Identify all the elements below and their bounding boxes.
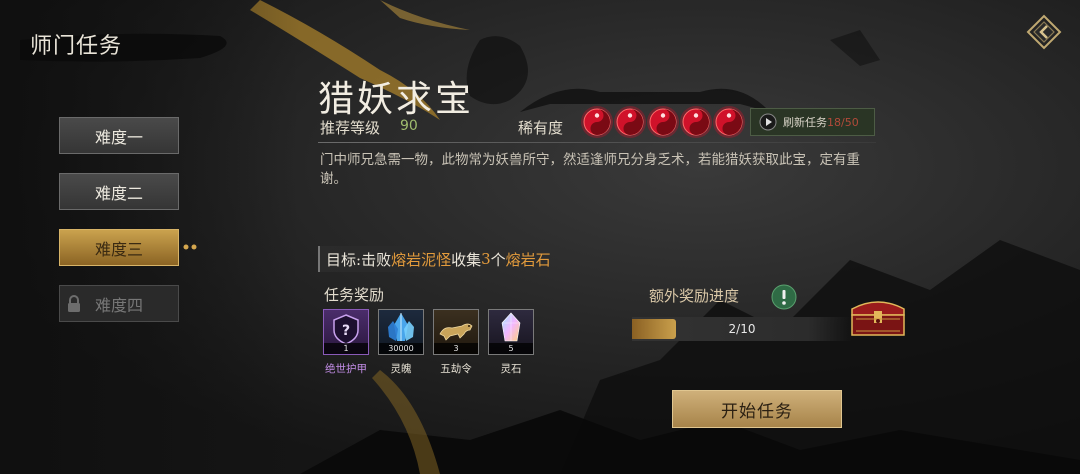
quest-goal: 目标: 击败 熔岩泥怪 收集 3 个 熔岩石 bbox=[318, 246, 559, 272]
reward-qty: 30000 bbox=[379, 343, 423, 354]
recommended-level-value: 90 bbox=[400, 118, 418, 134]
treasure-chest-icon[interactable] bbox=[846, 291, 910, 339]
progress-text: 2/10 bbox=[728, 322, 756, 336]
refresh-label: 刷新任务 bbox=[783, 116, 827, 129]
golden-beast-icon bbox=[439, 323, 473, 341]
refresh-count: 18/50 bbox=[827, 115, 859, 129]
tab-difficulty-1[interactable]: 难度一 bbox=[59, 117, 179, 154]
extra-reward-label: 额外奖励进度 bbox=[649, 287, 740, 305]
rarity-indicator bbox=[580, 101, 750, 143]
play-icon bbox=[759, 113, 777, 131]
rarity-yinyang-icon bbox=[713, 106, 745, 138]
tab-label: 难度三 bbox=[94, 239, 143, 259]
blue-crystal-icon bbox=[388, 313, 414, 341]
goal-unit: 个 bbox=[490, 250, 506, 269]
info-icon[interactable] bbox=[771, 284, 797, 310]
reward-qty: 5 bbox=[489, 343, 533, 354]
reward-qty: 1 bbox=[324, 343, 368, 354]
tab-difficulty-2[interactable]: 难度二 bbox=[59, 173, 179, 210]
rarity-yinyang-icon bbox=[614, 106, 646, 138]
rarity-yinyang-icon bbox=[581, 106, 613, 138]
goal-prefix: 目标: bbox=[326, 250, 362, 269]
reward-item[interactable]: 5 灵石 bbox=[488, 309, 534, 376]
tab-label: 难度二 bbox=[94, 183, 143, 203]
goal-verb-1: 击败 bbox=[361, 250, 392, 269]
svg-text:?: ? bbox=[342, 323, 350, 339]
reward-item[interactable]: 3 五劫令 bbox=[433, 309, 479, 376]
divider bbox=[318, 142, 876, 143]
mystery-armor-icon: ? bbox=[333, 314, 359, 345]
rarity-yinyang-icon bbox=[647, 106, 679, 138]
page-title: 师门任务 bbox=[30, 34, 123, 59]
rarity-label: 稀有度 bbox=[518, 119, 564, 137]
reward-item[interactable]: 30000 灵魄 bbox=[378, 309, 424, 376]
spirit-stone-icon bbox=[501, 312, 521, 342]
tab-difficulty-3[interactable]: 难度三 bbox=[59, 229, 179, 266]
tab-label: 难度四 bbox=[94, 295, 143, 315]
tab-label: 难度一 bbox=[94, 127, 143, 147]
goal-count: 3 bbox=[481, 250, 491, 268]
goal-target-1: 熔岩泥怪 bbox=[391, 250, 452, 269]
reward-qty: 3 bbox=[434, 343, 478, 354]
reward-name: 灵石 bbox=[500, 363, 522, 375]
back-icon[interactable] bbox=[1024, 12, 1064, 52]
quest-title: 猎妖求宝 bbox=[318, 79, 475, 120]
goal-target-2: 熔岩石 bbox=[505, 250, 551, 269]
recommended-level-label: 推荐等级 bbox=[320, 119, 381, 137]
reward-item[interactable]: ? 1 绝世护甲 bbox=[323, 309, 369, 376]
lock-icon bbox=[68, 295, 80, 312]
refresh-quest-button[interactable]: 刷新任务 18/50 bbox=[750, 108, 875, 136]
rewards-title: 任务奖励 bbox=[324, 286, 385, 304]
selected-indicator-icon bbox=[183, 244, 197, 250]
rarity-yinyang-icon bbox=[680, 106, 712, 138]
extra-reward-progress-bar: 2/10 bbox=[632, 317, 852, 341]
goal-verb-2: 收集 bbox=[451, 250, 482, 269]
start-quest-button[interactable]: 开始任务 bbox=[672, 390, 842, 428]
quest-description: 门中师兄急需一物，此物常为妖兽所守，然适逢师兄分身乏术，若能猎妖获取此宝，定有重… bbox=[320, 152, 860, 187]
tab-difficulty-4[interactable]: 难度四 bbox=[59, 285, 179, 322]
